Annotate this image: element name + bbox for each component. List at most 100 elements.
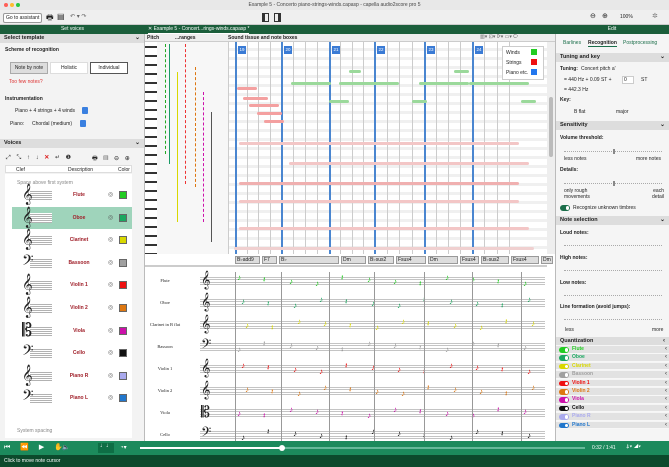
clef-icon[interactable]: 𝄞 xyxy=(22,229,33,251)
too-few-notes-link[interactable]: Too few notes? xyxy=(9,79,43,85)
note[interactable]: ♪ xyxy=(475,299,479,308)
left-panel-toggle-icon[interactable] xyxy=(262,13,269,22)
minimize-window-button[interactable] xyxy=(10,3,14,7)
voice-color-swatch[interactable] xyxy=(119,349,127,357)
voice-name[interactable]: Clarinet xyxy=(57,237,101,243)
metronome-icon[interactable]: ◔▾ xyxy=(120,444,127,451)
settings-icon[interactable]: ✲ xyxy=(652,12,658,20)
chord-label[interactable]: Dm xyxy=(341,256,366,264)
document-tab[interactable]: ✕ Example 5 - Concert...rings-winds.capa… xyxy=(148,25,249,34)
voice-color-swatch[interactable] xyxy=(119,191,127,199)
note[interactable]: ♪ xyxy=(527,295,531,304)
alarm-icon[interactable]: ⍋▾ ◢▾ xyxy=(626,444,641,451)
note[interactable]: ♪ xyxy=(289,405,293,414)
note[interactable]: ♪ xyxy=(527,367,531,376)
chord-label[interactable]: Fsus4 xyxy=(511,256,539,264)
eye-icon[interactable]: ◎ xyxy=(108,259,113,266)
eye-icon[interactable]: ◎ xyxy=(108,191,113,198)
quantization-row[interactable]: Flute‹ xyxy=(556,346,669,354)
note-value-button[interactable]: ♩♩ xyxy=(98,443,114,453)
note[interactable]: 𝄽 xyxy=(263,339,265,349)
volume-threshold-slider[interactable] xyxy=(564,151,662,152)
note[interactable]: ♪ xyxy=(245,321,249,330)
note[interactable]: 𝄽 xyxy=(497,341,499,351)
note[interactable]: 𝄽 xyxy=(349,385,351,395)
clef-icon[interactable]: 𝄢 xyxy=(22,252,34,274)
voice-row[interactable]: 𝄞Violin 1◎ xyxy=(12,274,132,296)
chevron-left-icon[interactable]: ‹ xyxy=(665,380,667,386)
note[interactable]: ♪ xyxy=(401,389,405,398)
slider-knob[interactable] xyxy=(613,181,615,186)
voice-toggle[interactable] xyxy=(559,414,569,420)
note[interactable]: 𝄽 xyxy=(345,361,347,371)
right-panel-toggle-icon[interactable] xyxy=(274,13,281,22)
note[interactable]: 𝄽 xyxy=(501,365,503,375)
voice-color-swatch[interactable] xyxy=(119,372,127,380)
note[interactable]: ♪ xyxy=(241,297,245,306)
chevron-left-icon[interactable]: ‹ xyxy=(665,363,667,369)
chord-label[interactable]: Dm xyxy=(428,256,458,264)
barline[interactable] xyxy=(424,42,426,254)
chevron-left-icon[interactable]: ‹ xyxy=(665,371,667,377)
tab-postprocessing[interactable]: Postprocessing xyxy=(623,40,657,46)
clef-icon[interactable]: 𝄞 xyxy=(22,207,33,229)
note[interactable]: ♪ xyxy=(479,323,483,332)
note[interactable]: 𝄽 xyxy=(427,383,429,393)
barline[interactable] xyxy=(235,42,237,254)
sensitivity-header[interactable]: Sensitivity⌄ xyxy=(556,121,669,130)
note[interactable]: 𝄽 xyxy=(345,297,347,307)
voice-color-swatch[interactable] xyxy=(119,236,127,244)
tuning-header[interactable]: Tuning and key⌄ xyxy=(556,53,669,62)
voice-name[interactable]: Piano L xyxy=(57,395,101,401)
note[interactable]: 𝄽 xyxy=(341,409,343,419)
note[interactable]: 𝄽 xyxy=(271,387,273,397)
volume-icon[interactable]: 🔈 xyxy=(62,444,69,451)
barline[interactable] xyxy=(472,42,474,254)
barline[interactable] xyxy=(329,42,331,254)
voice-color-swatch[interactable] xyxy=(119,304,127,312)
note[interactable]: ♪ xyxy=(297,389,301,398)
chord-label[interactable]: B♭sus2 xyxy=(368,256,394,264)
note[interactable]: 𝄽 xyxy=(349,321,351,331)
mode-select[interactable]: major xyxy=(616,109,629,115)
eye-icon[interactable]: ◎ xyxy=(108,304,113,311)
chevron-left-icon[interactable]: ‹ xyxy=(665,396,667,402)
chord-label[interactable]: B♭sus2 xyxy=(481,256,509,264)
note-selection-header[interactable]: Note selection⌄ xyxy=(556,216,669,225)
slider-knob[interactable] xyxy=(613,149,615,154)
eye-icon[interactable]: ◎ xyxy=(108,236,113,243)
note[interactable]: 𝄽 xyxy=(267,363,269,373)
tuning-offset-input[interactable]: 0 xyxy=(622,76,634,84)
note[interactable]: ♪ xyxy=(367,339,371,348)
scheme-individual[interactable]: Individual xyxy=(90,62,128,74)
voice-row[interactable]: 𝄢Bassoon◎ xyxy=(12,252,132,274)
voice-row[interactable]: 𝄞 Clarinet ◎ xyxy=(12,229,132,251)
clef-icon[interactable]: 𝄞 xyxy=(22,297,33,319)
tab-barlines[interactable]: Barlines xyxy=(563,40,581,46)
legend-color-swatch[interactable] xyxy=(531,69,537,75)
print-icon[interactable]: 🖶 xyxy=(46,12,54,26)
clef-icon[interactable]: 𝄢 xyxy=(22,387,34,409)
note[interactable]: ♪ xyxy=(527,431,531,440)
chevron-left-icon[interactable]: ‹ xyxy=(665,405,667,411)
note[interactable]: 𝄽 xyxy=(263,275,265,285)
chevron-left-icon[interactable]: ‹ xyxy=(665,346,667,352)
staff[interactable] xyxy=(200,319,545,329)
eye-icon[interactable]: ◎ xyxy=(108,281,113,288)
voice-name[interactable]: Piano R xyxy=(57,373,101,379)
transport-buttons[interactable]: ⏮ ⏪ ▶ ✋ xyxy=(4,443,67,452)
scheme-note-by-note[interactable]: Note by note xyxy=(10,62,48,74)
clef-icon[interactable]: 𝄞 xyxy=(22,274,33,296)
clef-icon[interactable]: 𝄞 xyxy=(22,365,33,387)
sound-tissue-pane[interactable]: 192021222324 xyxy=(229,42,547,254)
note[interactable]: ♪ xyxy=(237,273,241,282)
note[interactable]: 𝄽 xyxy=(501,429,503,439)
note[interactable]: ♪ xyxy=(241,361,245,370)
voice-row[interactable]: 𝄡Viola◎ xyxy=(12,320,132,342)
zoom-select[interactable]: 100% xyxy=(620,14,633,20)
note[interactable]: ♪ xyxy=(397,365,401,374)
quantization-row[interactable]: Piano L‹ xyxy=(556,422,669,430)
chevron-left-icon[interactable]: ‹ xyxy=(665,422,667,428)
voice-toggle[interactable] xyxy=(559,372,569,378)
note[interactable]: ♪ xyxy=(475,363,479,372)
